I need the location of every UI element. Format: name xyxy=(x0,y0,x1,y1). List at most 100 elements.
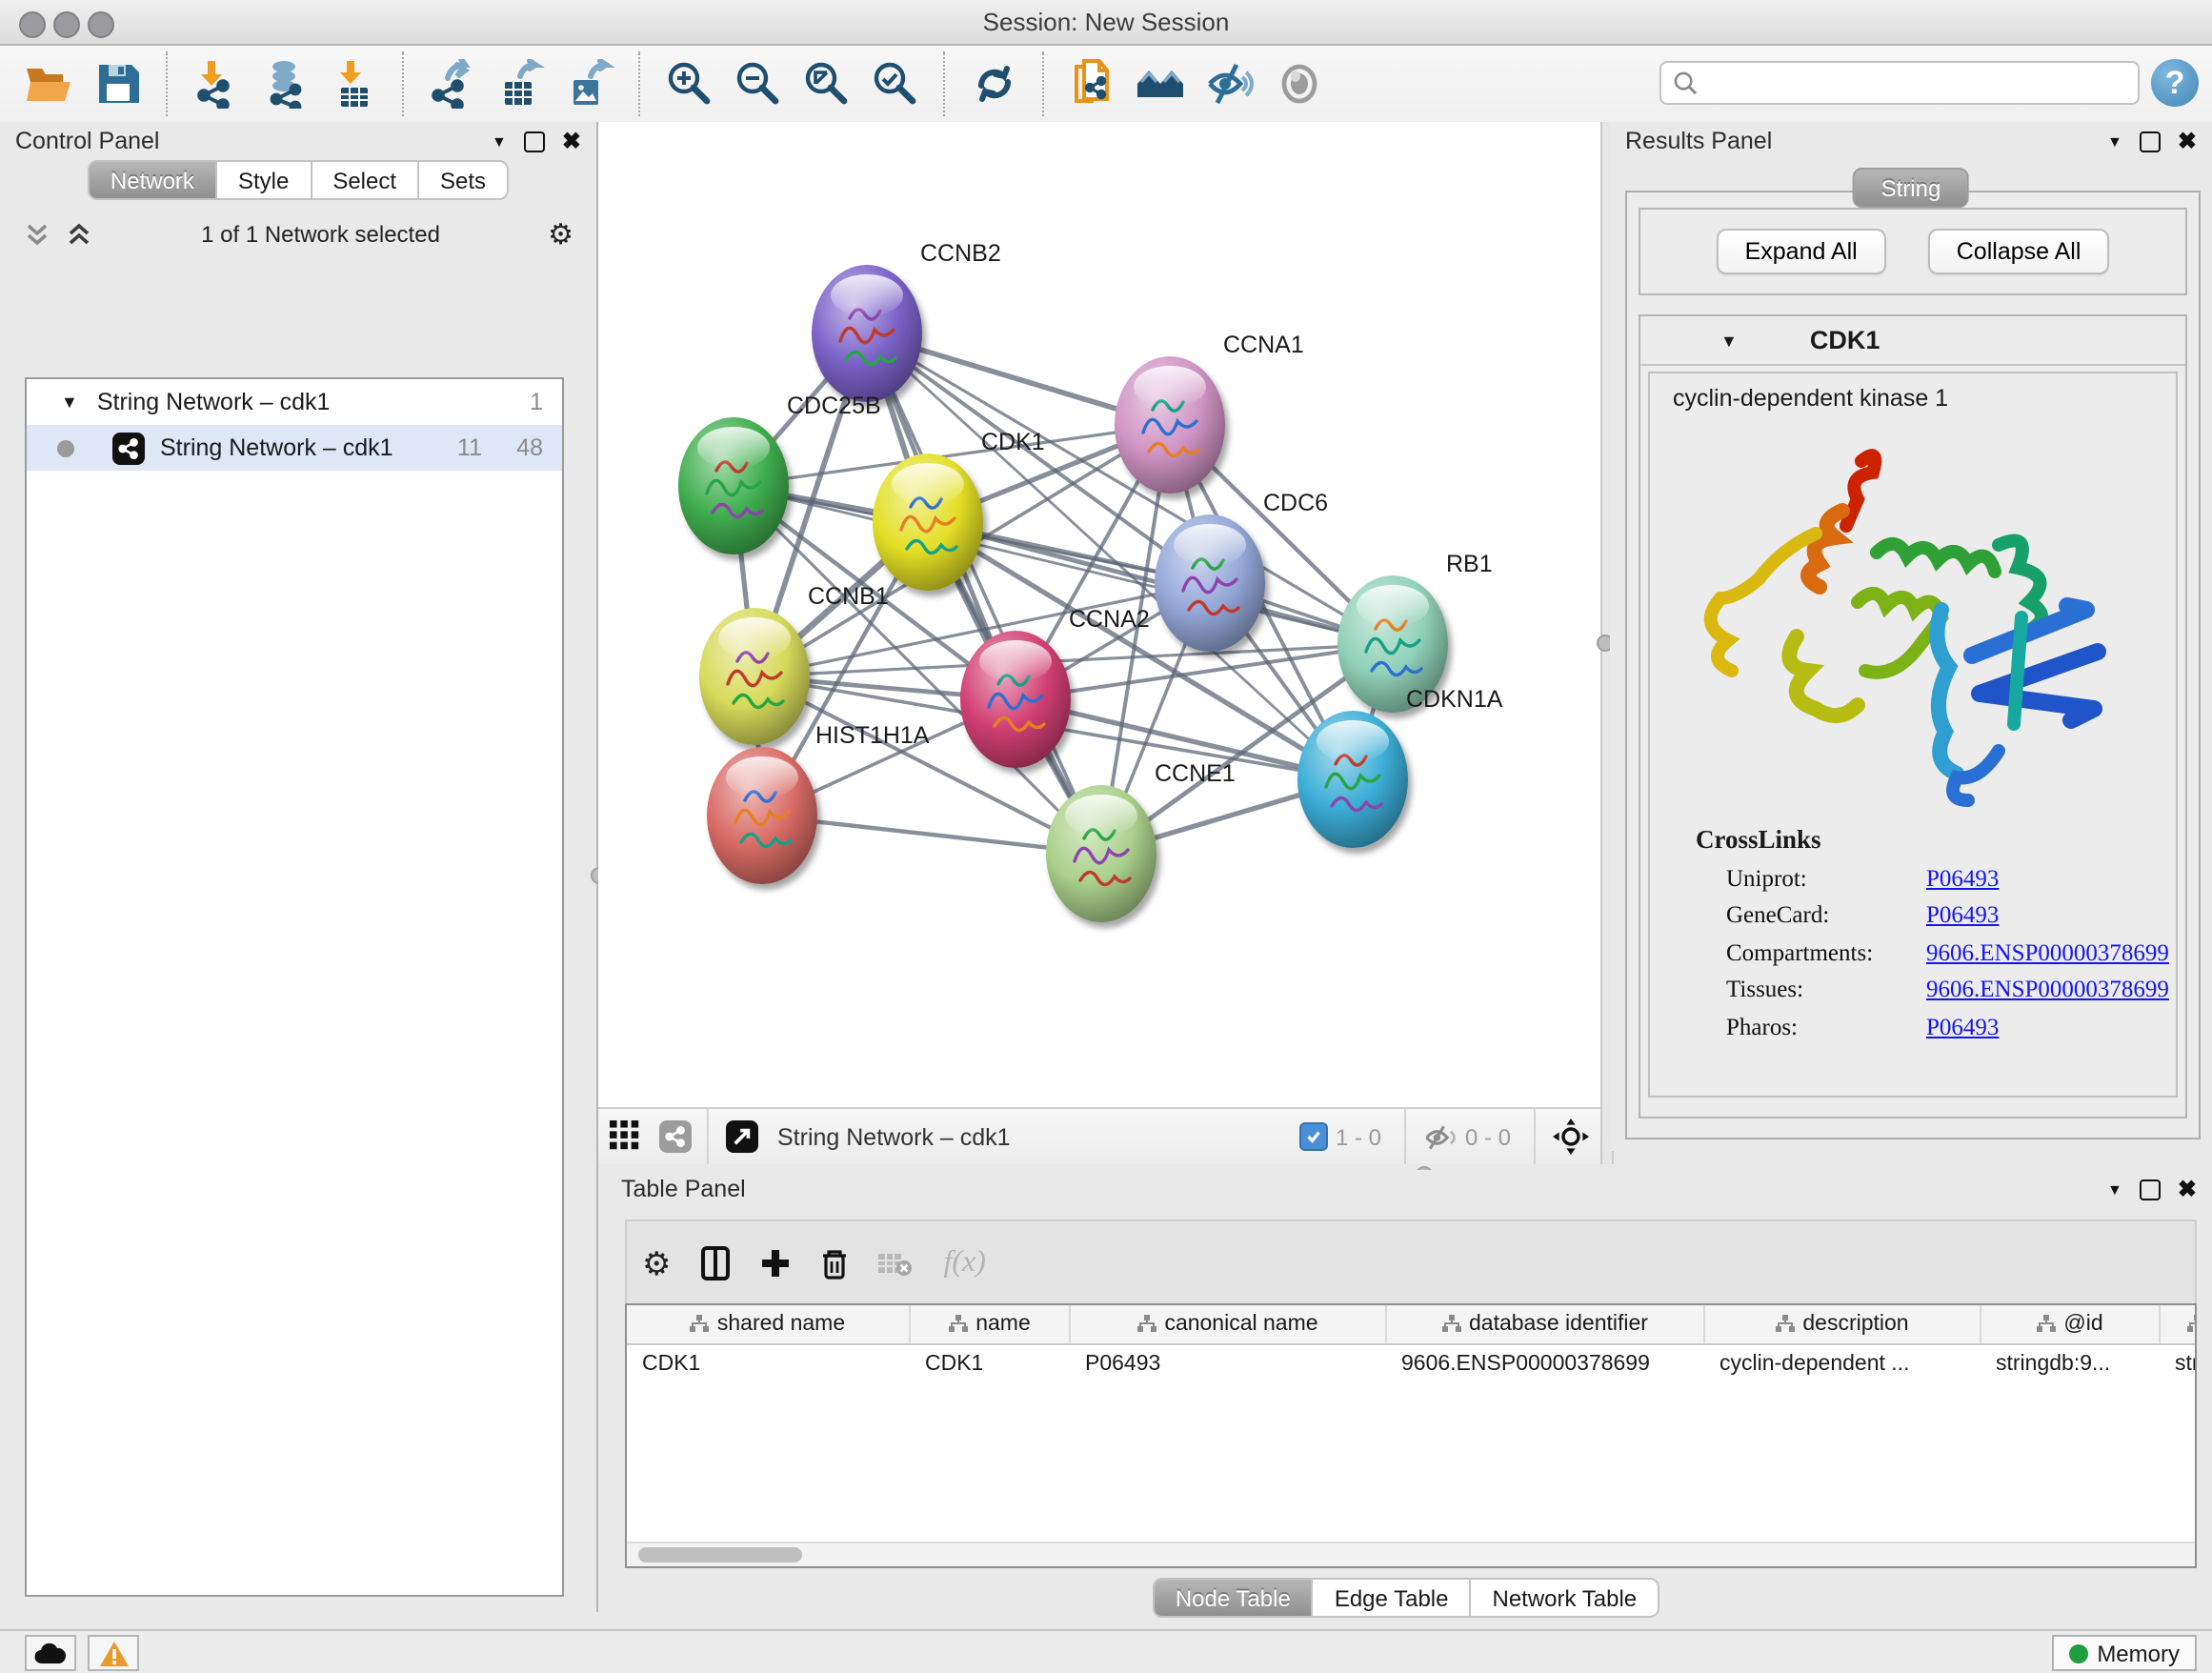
export-table-icon[interactable] xyxy=(493,55,551,112)
search-input[interactable] xyxy=(1707,68,2126,98)
expand-all-button[interactable]: Expand All xyxy=(1717,229,1886,274)
panel-close-icon[interactable]: ✖ xyxy=(562,132,581,150)
crosslink-value-link[interactable]: P06493 xyxy=(1926,1013,1999,1041)
table-cell[interactable]: P06493 xyxy=(1070,1344,1386,1381)
add-column-icon[interactable] xyxy=(761,1248,792,1279)
delete-column-icon[interactable] xyxy=(822,1247,849,1280)
horizontal-scrollbar[interactable] xyxy=(627,1542,2195,1566)
refresh-layout-icon[interactable] xyxy=(966,55,1023,112)
network-node-CCNB1[interactable]: CCNB1 xyxy=(699,583,889,745)
memory-button[interactable]: Memory xyxy=(2051,1635,2197,1671)
help-icon[interactable]: ? xyxy=(2151,59,2199,107)
panel-close-icon[interactable]: ✖ xyxy=(2178,1180,2197,1198)
network-node-HIST1H1A[interactable]: HIST1H1A xyxy=(707,722,930,884)
network-canvas[interactable]: CCNB2CCNA1CDC25BCDK1CDC6RB1CCNB1CCNA2CDK… xyxy=(598,122,1600,1107)
panel-float-icon[interactable] xyxy=(524,131,545,151)
table-cell[interactable]: CDK1 xyxy=(910,1344,1070,1381)
tab-node-table[interactable]: Node Table xyxy=(1153,1578,1314,1618)
panel-menu-icon[interactable]: ▼ xyxy=(2107,132,2122,150)
table-settings-icon[interactable]: ⚙ xyxy=(642,1249,672,1278)
node-table-grid[interactable]: shared namenamecanonical namedatabase id… xyxy=(627,1305,2197,1381)
network-overview-icon[interactable] xyxy=(1134,55,1191,112)
column-header-shared-name[interactable]: shared name xyxy=(627,1305,910,1344)
import-database-icon[interactable] xyxy=(257,55,314,112)
network-collection-label: String Network – cdk1 xyxy=(97,389,331,415)
table-cell[interactable]: 9606.ENSP00000378699 xyxy=(1386,1344,1704,1381)
network-row-selected[interactable]: String Network – cdk1 11 48 xyxy=(27,425,562,471)
tab-select[interactable]: Select xyxy=(312,160,419,200)
zoom-in-icon[interactable] xyxy=(661,55,718,112)
scrollbar-thumb[interactable] xyxy=(638,1547,802,1562)
export-network-icon[interactable] xyxy=(425,55,482,112)
import-table-icon[interactable] xyxy=(326,55,383,112)
tab-style[interactable]: Style xyxy=(217,160,312,200)
cdk1-section-header[interactable]: ▼ CDK1 xyxy=(1640,316,2185,366)
collapse-all-button[interactable]: Collapse All xyxy=(1928,229,2110,274)
expand-all-icon[interactable] xyxy=(65,222,93,247)
cloud-status-icon[interactable] xyxy=(25,1635,76,1671)
tree-expand-icon[interactable]: ▼ xyxy=(61,393,78,412)
tab-edge-table[interactable]: Edge Table xyxy=(1314,1578,1472,1618)
column-header-namespace[interactable]: namespace xyxy=(2160,1305,2197,1344)
column-header-at-id[interactable]: @id xyxy=(1981,1305,2160,1344)
crosslink-value-link[interactable]: P06493 xyxy=(1926,864,1999,893)
hide-panel-icon[interactable] xyxy=(1202,55,1259,112)
import-network-icon[interactable] xyxy=(189,55,246,112)
table-cell[interactable]: CDK1 xyxy=(627,1344,910,1381)
table-cell[interactable]: cyclin-dependent ... xyxy=(1704,1344,1981,1381)
column-header-database-identifier[interactable]: database identifier xyxy=(1386,1305,1704,1344)
node-table: shared namenamecanonical namedatabase id… xyxy=(625,1303,2197,1568)
birds-eye-icon[interactable] xyxy=(1553,1119,1589,1155)
column-header-name[interactable]: name xyxy=(910,1305,1070,1344)
control-panel-tabs: NetworkStyleSelectSets xyxy=(0,160,596,200)
open-session-icon[interactable] xyxy=(21,55,78,112)
tab-network-table[interactable]: Network Table xyxy=(1472,1578,1660,1618)
titlebar: Session: New Session xyxy=(0,0,2212,46)
results-button-row: Expand All Collapse All xyxy=(1639,208,2187,295)
zoom-selected-icon[interactable] xyxy=(867,55,924,112)
table-cell[interactable]: stringdb:9... xyxy=(1981,1344,2160,1381)
gear-icon[interactable]: ⚙ xyxy=(548,220,573,249)
tab-sets[interactable]: Sets xyxy=(419,160,509,200)
section-collapse-icon[interactable]: ▼ xyxy=(1720,331,1738,350)
crosslink-row: Compartments:9606.ENSP00000378699 xyxy=(1726,938,2176,967)
grid-view-icon[interactable] xyxy=(610,1120,642,1153)
collapse-all-icon[interactable] xyxy=(23,222,51,247)
network-collection-row[interactable]: ▼ String Network – cdk1 1 xyxy=(27,379,562,425)
table-panel: Table Panel ▼ ✖ ⚙ f(x) xyxy=(600,1170,2212,1629)
search-field[interactable] xyxy=(1659,61,2140,105)
tab-string[interactable]: String xyxy=(1853,168,1970,208)
crosslink-value-link[interactable]: 9606.ENSP00000378699 xyxy=(1926,976,2169,1004)
share-document-icon[interactable] xyxy=(1065,55,1122,112)
network-node-CCNB2[interactable]: CCNB2 xyxy=(812,240,1001,402)
crosslink-value-link[interactable]: 9606.ENSP00000378699 xyxy=(1926,938,2169,967)
panel-menu-icon[interactable]: ▼ xyxy=(492,132,507,150)
selected-checkbox-icon[interactable] xyxy=(1299,1122,1328,1151)
column-header-description[interactable]: description xyxy=(1704,1305,1981,1344)
panel-close-icon[interactable]: ✖ xyxy=(2178,132,2197,150)
crosslink-value-link[interactable]: P06493 xyxy=(1926,901,1999,930)
network-node-CDC6[interactable]: CDC6 xyxy=(1155,490,1328,652)
column-header-canonical-name[interactable]: canonical name xyxy=(1070,1305,1386,1344)
zoom-fit-icon[interactable] xyxy=(798,55,855,112)
crosslinks-title: CrossLinks xyxy=(1696,825,2176,856)
zoom-out-icon[interactable] xyxy=(730,55,787,112)
save-session-icon[interactable] xyxy=(90,55,147,112)
show-panel-icon[interactable] xyxy=(1271,55,1328,112)
network-node-CCNE1[interactable]: CCNE1 xyxy=(1046,760,1236,922)
warning-icon[interactable] xyxy=(88,1635,139,1671)
network-edge[interactable] xyxy=(867,333,1101,854)
export-image-icon[interactable] xyxy=(562,55,619,112)
table-cell[interactable]: stringdb xyxy=(2160,1344,2197,1381)
panel-float-icon[interactable] xyxy=(2140,131,2161,151)
tab-network[interactable]: Network xyxy=(88,160,217,200)
node-label-HIST1H1A: HIST1H1A xyxy=(815,722,930,749)
function-builder-icon-disabled: f(x) xyxy=(944,1246,986,1280)
panel-float-icon[interactable] xyxy=(2140,1179,2161,1199)
open-view-icon[interactable] xyxy=(726,1120,758,1153)
select-columns-icon[interactable] xyxy=(702,1246,731,1280)
table-row[interactable]: CDK1CDK1P064939606.ENSP00000378699cyclin… xyxy=(627,1344,2197,1381)
panel-menu-icon[interactable]: ▼ xyxy=(2107,1180,2122,1198)
network-node-CCNA1[interactable]: CCNA1 xyxy=(1115,332,1304,494)
cdk1-section: ▼ CDK1 cyclin-dependent kinase 1 xyxy=(1639,314,2187,1119)
